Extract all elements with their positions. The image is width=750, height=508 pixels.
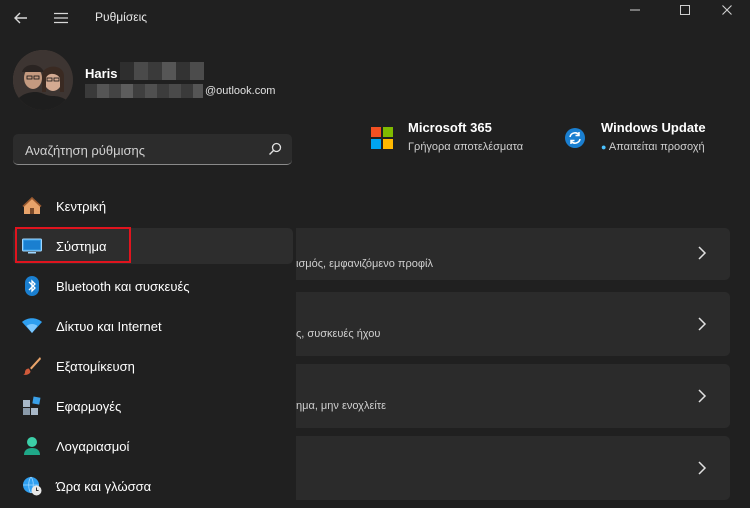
sidebar-item-home[interactable]: Κεντρική (13, 188, 293, 224)
minimize-button[interactable] (612, 0, 658, 20)
windows-update-card[interactable]: Windows Update ● Απαιτείται προσοχή (565, 120, 706, 153)
search-box[interactable] (13, 134, 292, 165)
windows-update-status: ● Απαιτείται προσοχή (601, 141, 706, 153)
microsoft365-subtitle: Γρήγορα αποτελέσματα (408, 141, 524, 153)
chevron-right-icon (698, 246, 707, 260)
maximize-button[interactable] (662, 0, 708, 20)
microsoft365-title: Microsoft 365 (408, 120, 492, 135)
title-bar: Ρυθμίσεις (0, 0, 750, 36)
close-button[interactable] (704, 0, 750, 20)
sidebar-item-label: Εφαρμογές (56, 398, 122, 414)
card-description: ημα, μην ενοχλείτε (296, 400, 387, 412)
sidebar-item-label: Δίκτυο και Internet (56, 318, 162, 334)
sidebar-item-apps[interactable]: Εφαρμογές (13, 388, 293, 424)
chevron-right-icon (698, 389, 707, 403)
redacted-email (85, 84, 203, 98)
windows-update-icon (565, 128, 585, 148)
hamburger-menu-button[interactable] (48, 6, 74, 30)
brush-icon (22, 356, 42, 376)
back-button[interactable] (8, 6, 34, 30)
email-suffix: @outlook.com (205, 85, 276, 97)
avatar-photo-icon (13, 50, 73, 110)
sidebar-item-label: Λογαριασμοί (56, 438, 130, 454)
search-icon[interactable] (268, 142, 282, 156)
sidebar-item-accounts[interactable]: Λογαριασμοί (13, 428, 293, 464)
wifi-icon (22, 316, 42, 336)
sidebar-item-network[interactable]: Δίκτυο και Internet (13, 308, 293, 344)
sidebar-item-label: Bluetooth και συσκευές (56, 278, 190, 294)
sidebar-item-label: Ώρα και γλώσσα (56, 478, 152, 494)
sidebar-item-label: Κεντρική (56, 198, 107, 214)
user-name: Haris (85, 66, 118, 81)
chevron-right-icon (698, 317, 707, 331)
bluetooth-icon (22, 276, 42, 296)
maximize-icon (680, 5, 690, 15)
redacted-region (120, 62, 204, 80)
microsoft365-card[interactable]: Microsoft 365 Γρήγορα αποτελέσματα (371, 120, 523, 153)
windows-update-title: Windows Update (601, 120, 706, 135)
status-dot-icon: ● (601, 142, 607, 152)
account-icon (22, 436, 42, 456)
sidebar-item-bluetooth[interactable]: Bluetooth και συσκευές (13, 268, 293, 304)
minimize-icon (630, 9, 640, 11)
chevron-right-icon (698, 461, 707, 475)
user-email: @outlook.com (85, 84, 275, 98)
microsoft-logo-icon (371, 127, 393, 149)
search-input[interactable] (23, 140, 267, 160)
hamburger-icon (54, 12, 68, 24)
sidebar-item-personalization[interactable]: Εξατομίκευση (13, 348, 293, 384)
close-icon (722, 5, 732, 15)
back-arrow-icon (14, 12, 27, 24)
settings-card[interactable]: ς, συσκευές ήχου (296, 292, 730, 356)
sidebar-item-time-language[interactable]: Ώρα και γλώσσα (13, 468, 293, 504)
card-description: ισμός, εμφανιζόμενο προφίλ (296, 258, 433, 270)
globe-clock-icon (22, 476, 42, 496)
avatar[interactable] (13, 50, 73, 110)
windows-update-subtitle: Απαιτείται προσοχή (608, 141, 705, 153)
sidebar-item-label: Εξατομίκευση (56, 358, 135, 374)
annotation-highlight (15, 227, 131, 263)
settings-card[interactable] (296, 436, 730, 500)
settings-card[interactable]: ημα, μην ενοχλείτε (296, 364, 730, 428)
settings-card[interactable]: ισμός, εμφανιζόμενο προφίλ (296, 228, 730, 280)
card-description: ς, συσκευές ήχου (296, 328, 381, 340)
home-icon (22, 196, 42, 216)
apps-icon (22, 396, 42, 416)
app-title: Ρυθμίσεις (95, 10, 148, 24)
